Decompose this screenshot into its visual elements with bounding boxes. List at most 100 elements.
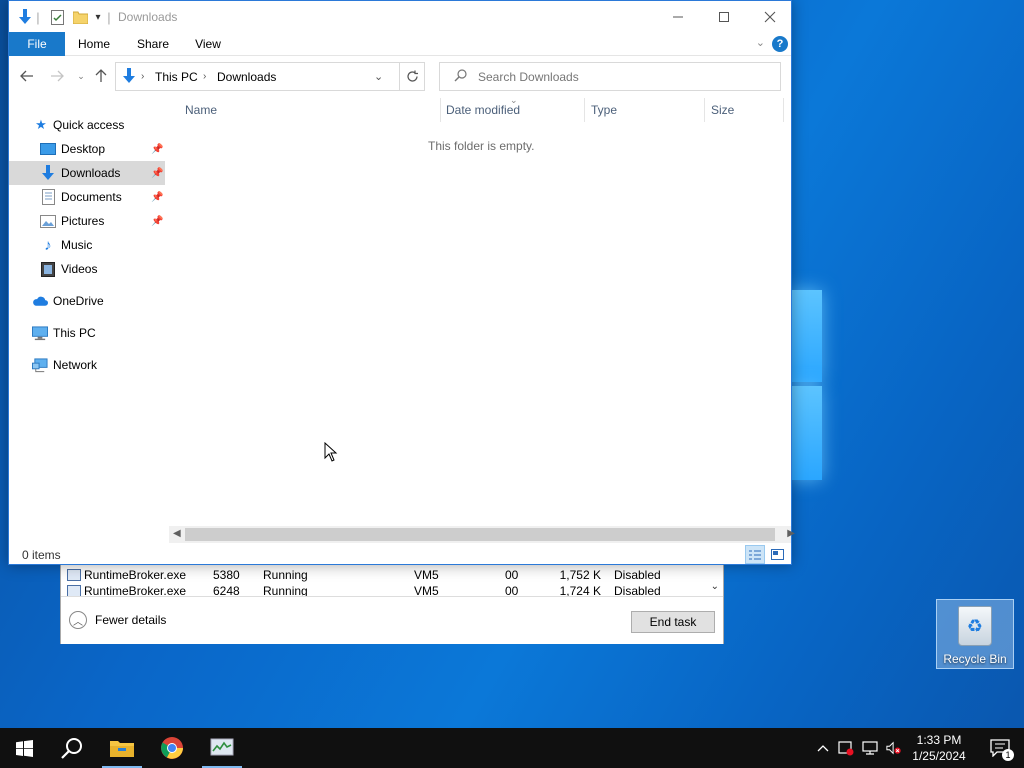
windows-defender-icon[interactable]	[838, 739, 854, 757]
sidebar-item-quick-access[interactable]: ★ Quick access	[9, 113, 165, 137]
maximize-button[interactable]	[701, 1, 747, 32]
file-explorer-icon	[110, 741, 134, 757]
search-input[interactable]	[478, 68, 768, 86]
process-memory: 1,724 K	[559, 584, 601, 596]
expand-ribbon-chevron-icon[interactable]: ⌄	[756, 36, 765, 49]
sidebar-item-pictures[interactable]: Pictures 📌	[9, 209, 165, 233]
sidebar-item-label: Downloads	[61, 166, 121, 180]
process-pid: 6248	[213, 584, 240, 596]
scrollbar-thumb[interactable]	[185, 528, 775, 541]
show-hidden-icons-chevron-icon[interactable]	[815, 739, 831, 757]
process-icon	[67, 585, 81, 596]
recycle-bin-icon: ♻	[958, 606, 992, 646]
process-row[interactable]: RuntimeBroker.exe 6248 Running VM5 00 1,…	[61, 584, 711, 596]
search-icon	[454, 69, 467, 85]
address-bar[interactable]: › This PC › Downloads ⌄	[115, 62, 425, 91]
refresh-button[interactable]	[399, 63, 425, 90]
column-divider[interactable]	[584, 98, 585, 122]
title-bar[interactable]: | ▾ | Downloads	[9, 1, 791, 32]
clock[interactable]: 1:33 PM 1/25/2024	[905, 732, 973, 764]
sidebar-item-videos[interactable]: Videos	[9, 257, 165, 281]
end-task-button[interactable]: End task	[631, 611, 715, 633]
close-button[interactable]	[747, 1, 793, 32]
address-history-chevron-icon[interactable]: ⌄	[374, 70, 383, 83]
column-header-date-modified[interactable]: Date modified	[446, 96, 520, 124]
pin-icon[interactable]: 📌	[151, 168, 163, 179]
pin-icon[interactable]: 📌	[151, 216, 163, 227]
new-folder-icon[interactable]	[71, 8, 89, 26]
column-divider[interactable]	[783, 98, 784, 122]
windows-logo-wallpaper	[790, 290, 822, 480]
navigation-pane: ★ Quick access Desktop 📌 Downloads 📌 Doc…	[9, 96, 165, 529]
properties-icon[interactable]	[48, 8, 66, 26]
fewer-details-label: Fewer details	[95, 613, 167, 627]
process-uac: Disabled	[614, 568, 661, 582]
chevron-right-icon[interactable]: ›	[141, 71, 144, 82]
column-divider[interactable]	[440, 98, 441, 122]
downloads-icon	[15, 8, 35, 26]
search-box[interactable]	[439, 62, 781, 91]
breadcrumb-this-pc[interactable]: This PC	[155, 70, 198, 84]
up-button[interactable]	[91, 66, 111, 86]
fewer-details-button[interactable]: ︿ Fewer details	[69, 611, 166, 629]
sidebar-item-onedrive[interactable]: OneDrive	[9, 289, 165, 313]
taskbar-chrome[interactable]	[148, 728, 196, 768]
column-header-size[interactable]: Size	[711, 96, 734, 124]
process-status: Running	[263, 584, 308, 596]
recent-locations-chevron-icon[interactable]: ⌄	[71, 66, 91, 86]
help-icon[interactable]: ?	[772, 36, 788, 52]
network-icon	[32, 357, 48, 373]
task-manager-icon	[210, 738, 234, 756]
sidebar-item-label: Videos	[61, 262, 98, 276]
tab-share[interactable]: Share	[131, 32, 175, 56]
pictures-icon	[40, 213, 56, 229]
search-button[interactable]	[48, 728, 96, 768]
start-button[interactable]	[0, 728, 48, 768]
tab-view[interactable]: View	[187, 32, 229, 56]
taskbar-file-explorer[interactable]	[98, 728, 146, 768]
sidebar-item-this-pc[interactable]: This PC	[9, 321, 165, 345]
recycle-bin-desktop-icon[interactable]: ♻ Recycle Bin	[936, 599, 1014, 669]
tab-file[interactable]: File	[9, 32, 65, 56]
pin-icon[interactable]: 📌	[151, 144, 163, 155]
computer-icon	[32, 325, 48, 341]
downloads-icon	[40, 165, 56, 181]
action-center-button[interactable]: 1	[980, 728, 1020, 768]
sidebar-item-downloads[interactable]: Downloads 📌	[9, 161, 165, 185]
scroll-down-icon[interactable]: ⌄	[711, 581, 719, 592]
sidebar-item-music[interactable]: ♪ Music	[9, 233, 165, 257]
process-pid: 5380	[213, 568, 240, 582]
forward-button[interactable]	[47, 66, 67, 86]
separator-icon: |	[107, 9, 111, 25]
process-row[interactable]: RuntimeBroker.exe 5380 Running VM5 00 1,…	[61, 566, 711, 584]
large-icons-view-icon[interactable]	[767, 545, 787, 564]
tab-home[interactable]: Home	[72, 32, 116, 56]
details-view-icon[interactable]	[745, 545, 765, 564]
network-status-icon[interactable]	[862, 739, 878, 757]
horizontal-scrollbar[interactable]: ◀ ▶	[169, 526, 795, 543]
chevron-right-icon[interactable]: ›	[203, 71, 206, 82]
star-icon: ★	[35, 117, 47, 132]
file-list[interactable]: Name ⌄ Date modified Type Size This fold…	[169, 95, 791, 526]
column-header-type[interactable]: Type	[591, 96, 617, 124]
sidebar-item-label: Music	[61, 238, 93, 252]
sidebar-item-desktop[interactable]: Desktop 📌	[9, 137, 165, 161]
scroll-left-icon[interactable]: ◀	[173, 528, 181, 539]
scroll-right-icon[interactable]: ▶	[787, 528, 795, 539]
sidebar-item-documents[interactable]: Documents 📌	[9, 185, 165, 209]
sidebar-item-network[interactable]: Network	[9, 353, 165, 377]
taskbar-task-manager[interactable]	[198, 728, 246, 768]
column-divider[interactable]	[704, 98, 705, 122]
breadcrumb-downloads[interactable]: Downloads	[217, 70, 276, 84]
music-icon: ♪	[44, 236, 52, 254]
volume-muted-icon[interactable]	[886, 739, 902, 757]
clock-date: 1/25/2024	[912, 749, 966, 763]
process-cpu: 00	[505, 584, 519, 596]
minimize-button[interactable]	[655, 1, 701, 32]
pin-icon[interactable]: 📌	[151, 192, 163, 203]
back-button[interactable]	[17, 66, 37, 86]
process-name: RuntimeBroker.exe	[84, 568, 187, 582]
window-title: Downloads	[118, 10, 178, 24]
column-header-name[interactable]: Name	[185, 96, 217, 124]
customize-toolbar-icon[interactable]: ▾	[92, 8, 104, 26]
